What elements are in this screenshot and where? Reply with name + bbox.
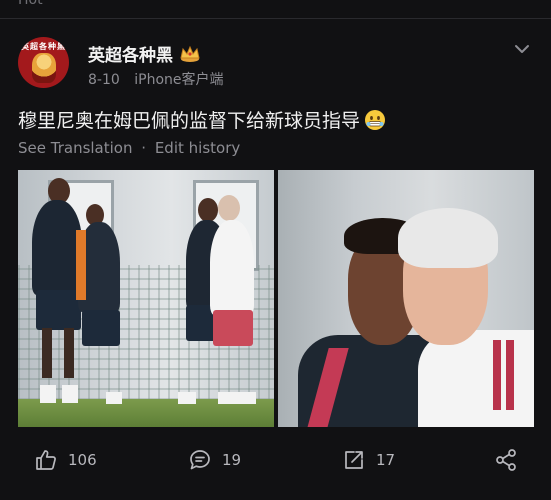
bib [76, 230, 86, 300]
share-network-button[interactable] [494, 448, 518, 472]
player-leg [42, 328, 52, 378]
post-body: 穆里尼奥在姆巴佩的监督下给新球员指导 [18, 106, 386, 133]
separator: · [141, 139, 147, 157]
crown-icon [179, 45, 201, 63]
shirt-stripe [493, 340, 501, 410]
player-leg [64, 328, 74, 378]
player-sock [62, 385, 78, 403]
thumbs-up-icon [36, 450, 56, 470]
share-button[interactable]: 17 [342, 448, 395, 472]
comment-button[interactable]: 19 [188, 448, 241, 472]
player-head [198, 198, 218, 222]
username[interactable]: 英超各种黑 [88, 41, 173, 66]
divider [0, 18, 551, 19]
share-out-icon [345, 451, 363, 469]
translation-row: See Translation · Edit history [18, 139, 240, 157]
player-shorts [36, 290, 81, 330]
previous-post-snippet: Hot [18, 0, 43, 8]
like-button[interactable]: 106 [34, 448, 97, 472]
player-sock [178, 392, 196, 404]
coach-shoes [218, 392, 256, 404]
comment-count: 19 [222, 451, 242, 469]
comment-icon [190, 450, 210, 470]
see-translation-link[interactable]: See Translation [18, 139, 132, 157]
player-sock [106, 392, 122, 404]
action-bar: 106 19 17 [0, 448, 551, 478]
share-network-icon [496, 449, 516, 471]
avatar[interactable]: 英超各种黑 [18, 37, 69, 88]
share-count: 17 [376, 451, 396, 469]
coach-head [218, 195, 240, 221]
coach-shorts [213, 310, 253, 346]
post-photo-2[interactable] [278, 170, 534, 427]
edit-history-link[interactable]: Edit history [155, 139, 240, 157]
coach-hair [398, 208, 498, 268]
player-torso [32, 200, 82, 295]
post-photo-1[interactable] [18, 170, 274, 427]
post-date: 8-10 [88, 72, 120, 88]
avatar-figure [32, 53, 56, 83]
coach-torso [210, 220, 254, 315]
player-shorts [82, 310, 120, 346]
post-device: iPhone客户端 [134, 72, 224, 88]
avatar-text: 英超各种黑 [21, 42, 66, 51]
chevron-down-icon[interactable] [513, 40, 531, 58]
grimacing-emoji-icon [364, 109, 386, 131]
like-count: 106 [68, 451, 97, 469]
post-author[interactable]: 英超各种黑 [88, 41, 201, 66]
shirt-stripe [506, 340, 514, 410]
post-text: 穆里尼奥在姆巴佩的监督下给新球员指导 [18, 110, 361, 132]
player-sock [40, 385, 56, 403]
post-meta: 8-10 iPhone客户端 [88, 69, 224, 89]
